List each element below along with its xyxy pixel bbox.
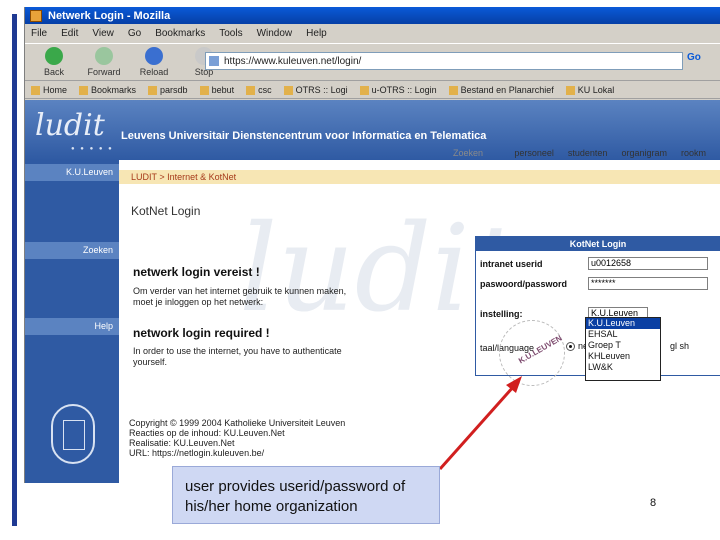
bookmark-label: OTRS :: Logi xyxy=(295,85,348,95)
heading-english: network login required ! xyxy=(133,326,270,340)
bookmark-csc[interactable]: csc xyxy=(246,85,272,95)
page-icon xyxy=(209,56,219,66)
mozilla-icon xyxy=(30,9,42,22)
stamp-text: K.U.LEUVEN xyxy=(516,333,564,366)
slide-number: 8 xyxy=(650,497,657,509)
menu-view[interactable]: View xyxy=(92,28,114,39)
sidebar-item-help[interactable]: Help xyxy=(25,318,119,335)
heading-dutch: netwerk login vereist ! xyxy=(133,265,260,279)
menu-tools[interactable]: Tools xyxy=(219,28,242,39)
bookmark-label: u-OTRS :: Login xyxy=(371,85,437,95)
option-kuleuven[interactable]: K.U.Leuven xyxy=(586,318,660,329)
page-footer: Copyright © 1999 2004 Katholieke Univers… xyxy=(129,418,345,458)
sidebar-item-zoeken[interactable]: Zoeken xyxy=(25,242,119,259)
home-icon xyxy=(31,85,40,95)
back-icon xyxy=(45,47,63,65)
main-content: ludit LUDIT > Internet & KotNet KotNet L… xyxy=(119,160,720,483)
slide-left-rule xyxy=(12,14,17,526)
bookmark-label: Bestand en Planarchief xyxy=(460,85,554,95)
language-radio-nl[interactable] xyxy=(566,342,575,351)
sidebar: K.U.Leuven Zoeken Help xyxy=(25,160,119,483)
reload-label: Reload xyxy=(139,67,169,77)
bookmark-icon xyxy=(565,85,575,95)
text-english: In order to use the internet, you have t… xyxy=(133,346,342,367)
bookmark-ku-lokal[interactable]: KU Lokal xyxy=(565,85,615,95)
bookmark-bookmarks[interactable]: Bookmarks xyxy=(79,85,136,95)
browser-window: Netwerk Login - Mozilla File Edit View G… xyxy=(24,7,720,483)
language-en-label: gl sh xyxy=(670,341,690,351)
bookmark-label: KU Lokal xyxy=(577,85,615,95)
logo-dots: ● ● ● ● ● xyxy=(71,146,114,152)
menu-help[interactable]: Help xyxy=(306,28,327,39)
sidebar-item-kuleuven[interactable]: K.U.Leuven xyxy=(25,164,119,181)
bookmark-icon xyxy=(283,85,293,95)
bookmark-icon xyxy=(246,85,256,95)
forward-button[interactable]: Forward xyxy=(81,47,127,77)
menu-window[interactable]: Window xyxy=(257,28,293,39)
footer-copyright: Copyright © 1999 2004 Katholieke Univers… xyxy=(129,418,346,428)
reload-button[interactable]: Reload xyxy=(131,47,177,77)
title-bar: Netwerk Login - Mozilla xyxy=(25,7,720,24)
bookmark-icon xyxy=(359,85,369,95)
bookmark-label: csc xyxy=(258,85,272,95)
callout-box: user provides userid/password of his/her… xyxy=(172,466,440,524)
menu-file[interactable]: File xyxy=(31,28,47,39)
forward-icon xyxy=(95,47,113,65)
bookmark-icon xyxy=(79,85,89,95)
address-text: https://www.kuleuven.net/login/ xyxy=(224,55,362,67)
password-label: paswoord/password xyxy=(480,279,568,289)
bookmark-icon xyxy=(448,85,458,95)
option-lwk[interactable]: LW&K xyxy=(586,362,660,373)
menu-edit[interactable]: Edit xyxy=(61,28,78,39)
page-title: KotNet Login xyxy=(131,204,201,218)
breadcrumb-root[interactable]: LUDIT > Internet & KotNet xyxy=(131,172,236,182)
bookmark-home[interactable]: Home xyxy=(31,85,67,95)
address-bar[interactable]: https://www.kuleuven.net/login/ xyxy=(205,52,683,70)
password-field[interactable]: ******* xyxy=(588,277,708,290)
window-title: Netwerk Login - Mozilla xyxy=(48,9,171,22)
bookmark-label: bebut xyxy=(211,85,235,95)
header-title: Leuvens Universitair Dienstencentrum voo… xyxy=(121,130,487,142)
login-heading: KotNet Login xyxy=(476,237,720,251)
nav-toolbar: Back Forward Reload Stop https://www.kul… xyxy=(25,43,720,81)
slide: { "browser": { "title": "Netwerk Login -… xyxy=(0,0,720,540)
bookmark-icon xyxy=(199,85,209,95)
footer-url: URL: https://netlogin.kuleuven.be/ xyxy=(129,448,265,458)
option-ehsal[interactable]: EHSAL xyxy=(586,329,660,340)
menu-go[interactable]: Go xyxy=(128,28,141,39)
option-groep-t[interactable]: Groep T xyxy=(586,340,660,351)
menu-bookmarks[interactable]: Bookmarks xyxy=(155,28,205,39)
bookmark-u-otrs[interactable]: u-OTRS :: Login xyxy=(359,85,437,95)
back-label: Back xyxy=(43,67,64,77)
institution-dropdown: K.U.Leuven EHSAL Groep T KHLeuven LW&K xyxy=(585,317,661,381)
bookmark-otrs[interactable]: OTRS :: Logi xyxy=(283,85,348,95)
userid-field[interactable]: u0012658 xyxy=(588,257,708,270)
bookmark-icon xyxy=(148,85,158,95)
bookmark-parsdb[interactable]: parsdb xyxy=(148,85,188,95)
footer-reacties[interactable]: Reacties op de inhoud: KU.Leuven.Net xyxy=(129,428,345,438)
breadcrumb: LUDIT > Internet & KotNet xyxy=(119,170,720,184)
go-button[interactable]: Go xyxy=(687,52,717,70)
kuleuven-stamp: K.U.LEUVEN xyxy=(499,320,565,386)
bookmark-bebut[interactable]: bebut xyxy=(199,85,235,95)
menu-bar: File Edit View Go Bookmarks Tools Window… xyxy=(25,25,720,42)
reload-icon xyxy=(145,47,163,65)
bookmark-label: parsdb xyxy=(160,85,188,95)
forward-label: Forward xyxy=(87,67,121,77)
footer-realisatie[interactable]: Realisatie: KU.Leuven.Net xyxy=(129,438,345,448)
text-dutch: Om verder van het internet gebruik te ku… xyxy=(133,286,347,307)
back-button[interactable]: Back xyxy=(31,47,77,77)
bookmarks-bar: Home Bookmarks parsdb bebut csc OTRS :: … xyxy=(25,82,720,99)
bookmark-label: Home xyxy=(43,85,68,95)
bookmark-label: Bookmarks xyxy=(91,85,137,95)
userid-label: intranet userid xyxy=(480,259,543,269)
web-page: ludit ● ● ● ● ● Leuvens Universitair Die… xyxy=(25,100,720,483)
bookmark-planarchief[interactable]: Bestand en Planarchief xyxy=(448,85,554,95)
site-header: ludit ● ● ● ● ● Leuvens Universitair Die… xyxy=(25,100,720,168)
university-seal xyxy=(51,404,95,464)
option-khleuven[interactable]: KHLeuven xyxy=(586,351,660,362)
institution-label: instelling: xyxy=(480,309,523,319)
